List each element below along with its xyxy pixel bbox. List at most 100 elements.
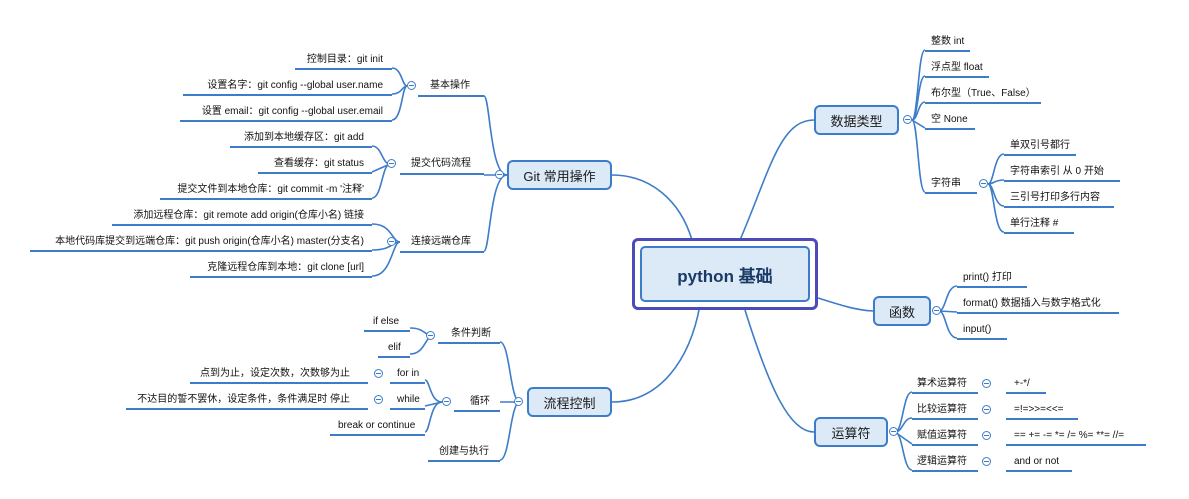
git-remote-item: 本地代码库提交到远端仓库：git push origin(仓库小名) maste…: [55, 236, 364, 247]
underline: [912, 470, 978, 472]
flow-forin: for in: [397, 368, 420, 379]
underline: [230, 146, 372, 148]
underline: [190, 276, 372, 278]
types-str-item: 单行注释 #: [1010, 218, 1059, 229]
underline: [454, 410, 500, 412]
types-str-item: 三引号打印多行内容: [1010, 192, 1100, 203]
git-basic-label: 基本操作: [430, 80, 470, 91]
git-remote-item: 克隆远程仓库到本地：git clone [url]: [207, 262, 364, 273]
underline: [183, 94, 392, 96]
underline: [400, 173, 484, 175]
ops-value: and or not: [1014, 456, 1060, 467]
underline: [190, 382, 368, 384]
func-item: print() 打印: [963, 272, 1012, 283]
ops-value: == += -= *= /= %= **= //=: [1014, 430, 1125, 441]
flow-cond-item: elif: [388, 342, 401, 353]
underline: [1006, 392, 1046, 394]
collapse-icon[interactable]: [387, 237, 396, 246]
underline: [1004, 232, 1074, 234]
underline: [180, 120, 392, 122]
types-topic[interactable]: 数据类型: [814, 105, 899, 135]
types-item: 空 None: [931, 114, 968, 125]
ops-topic[interactable]: 运算符: [814, 417, 888, 447]
collapse-icon[interactable]: [982, 431, 991, 440]
types-str-item: 单双引号都行: [1010, 140, 1070, 151]
collapse-icon[interactable]: [442, 397, 451, 406]
underline: [1004, 180, 1120, 182]
collapse-icon[interactable]: [495, 170, 504, 179]
git-commit-item: 添加到本地缓存区：git add: [243, 132, 364, 143]
types-item: 整数 int: [931, 36, 965, 47]
ops-label: 比较运算符: [917, 404, 967, 415]
collapse-icon[interactable]: [982, 457, 991, 466]
underline: [295, 68, 392, 70]
underline: [957, 286, 1027, 288]
underline: [925, 102, 1041, 104]
flow-cond-label: 条件判断: [451, 328, 491, 339]
git-topic[interactable]: Git 常用操作: [507, 160, 612, 190]
git-remote-label: 连接远端仓库: [411, 236, 471, 247]
underline: [364, 330, 410, 332]
func-topic[interactable]: 函数: [873, 296, 931, 326]
collapse-icon[interactable]: [889, 427, 898, 436]
underline: [378, 356, 410, 358]
underline: [912, 392, 978, 394]
underline: [428, 460, 500, 462]
ops-label: 赋值运算符: [917, 430, 967, 441]
underline: [925, 76, 989, 78]
underline: [925, 192, 977, 194]
collapse-icon[interactable]: [903, 115, 912, 124]
git-commit-item: 查看缓存：git status: [273, 158, 364, 169]
underline: [957, 338, 1007, 340]
underline: [126, 408, 368, 410]
underline: [258, 172, 372, 174]
underline: [912, 444, 978, 446]
git-topic-label: Git 常用操作: [523, 168, 596, 184]
underline: [112, 224, 372, 226]
underline: [1006, 444, 1146, 446]
git-commit-label: 提交代码流程: [411, 158, 471, 169]
types-item: 布尔型（True、False）: [931, 88, 1036, 99]
underline: [330, 434, 425, 436]
func-item: input(): [963, 324, 992, 335]
func-topic-label: 函数: [888, 304, 915, 320]
collapse-icon[interactable]: [982, 405, 991, 414]
collapse-icon[interactable]: [982, 379, 991, 388]
collapse-icon[interactable]: [374, 395, 383, 404]
collapse-icon[interactable]: [407, 81, 416, 90]
flow-loop-label: 循环: [470, 396, 490, 407]
func-item: format() 数据插入与数字格式化: [963, 298, 1101, 309]
flow-forin-note: 点到为止，设定次数，次数够为止: [200, 368, 350, 379]
underline: [390, 382, 425, 384]
root-node[interactable]: python 基础: [632, 238, 818, 310]
collapse-icon[interactable]: [514, 397, 523, 406]
collapse-icon[interactable]: [387, 159, 396, 168]
git-basic-item: 设置 email：git config --global user.email: [201, 106, 383, 117]
flow-topic-label: 流程控制: [543, 395, 596, 411]
git-commit-item: 提交文件到本地仓库：git commit -m '注释': [177, 184, 364, 195]
flow-cond-item: if else: [373, 316, 400, 327]
types-str-item: 字符串索引 从 0 开始: [1010, 166, 1104, 177]
types-item: 浮点型 float: [931, 62, 983, 73]
underline: [390, 408, 425, 410]
types-str-label: 字符串: [931, 178, 961, 189]
ops-label: 算术运算符: [917, 378, 967, 389]
ops-label: 逻辑运算符: [917, 456, 967, 467]
flow-create: 创建与执行: [439, 446, 489, 457]
git-basic-item: 控制目录：git init: [306, 54, 383, 65]
underline: [400, 251, 484, 253]
underline: [1006, 470, 1072, 472]
collapse-icon[interactable]: [932, 306, 941, 315]
underline: [925, 128, 975, 130]
collapse-icon[interactable]: [979, 179, 988, 188]
ops-topic-label: 运算符: [831, 425, 871, 441]
flow-topic[interactable]: 流程控制: [527, 387, 612, 417]
flow-break: break or continue: [338, 420, 416, 431]
ops-value: +-*/: [1014, 378, 1030, 389]
collapse-icon[interactable]: [374, 369, 383, 378]
underline: [957, 312, 1119, 314]
underline: [30, 250, 372, 252]
collapse-icon[interactable]: [426, 331, 435, 340]
flow-while: while: [397, 394, 420, 405]
underline: [1006, 418, 1078, 420]
